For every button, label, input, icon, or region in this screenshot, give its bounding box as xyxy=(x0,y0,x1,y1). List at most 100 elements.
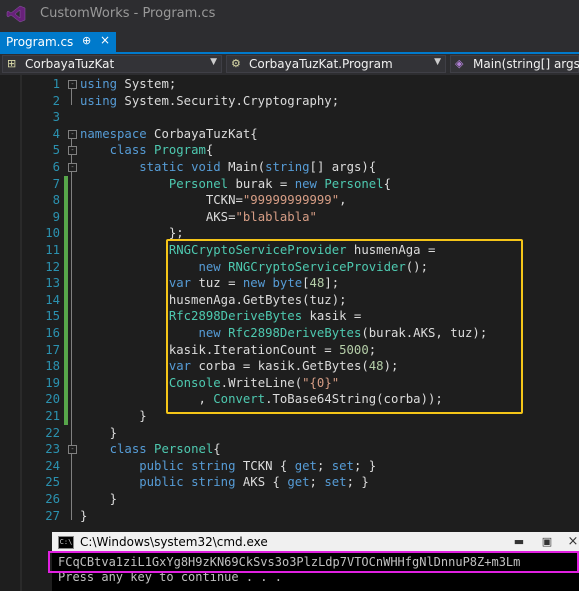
line-number: 4 xyxy=(52,126,60,141)
line-number: 3 xyxy=(52,110,60,125)
line-number: 14 xyxy=(45,292,60,307)
code-line: 27} xyxy=(0,508,579,525)
code-text: namespace CorbayaTuzKat{ xyxy=(80,126,258,143)
code-text: static void Main(string[] args){ xyxy=(80,159,376,176)
class-dropdown[interactable]: ⚙ CorbayaTuzKat.Program ▼ xyxy=(226,55,446,73)
line-number: 10 xyxy=(45,226,60,241)
code-token: ; xyxy=(316,458,332,473)
code-token: string xyxy=(191,475,243,490)
line-number: 25 xyxy=(45,475,60,490)
line-number: 5 xyxy=(52,143,60,158)
code-token: get xyxy=(287,475,310,490)
code-line: 22 } xyxy=(0,425,579,442)
line-number: 27 xyxy=(45,508,60,523)
code-line: 9 AKS="blablabla" xyxy=(0,208,579,226)
code-token: System.Security.Cryptography; xyxy=(124,93,340,108)
code-token: public xyxy=(139,475,192,490)
line-number: 20 xyxy=(45,392,60,407)
line-number: 6 xyxy=(52,160,60,174)
cmd-icon: C:\ xyxy=(58,536,74,549)
code-token: Personel xyxy=(168,176,229,191)
line-number: 22 xyxy=(45,425,60,440)
tab-label: Program.cs xyxy=(6,35,74,49)
code-token: set xyxy=(331,458,354,473)
code-line: 8 TCKN="99999999999", xyxy=(0,192,579,210)
code-token: ; xyxy=(309,475,325,490)
member-dropdown[interactable]: ◈ Main(string[] args) xyxy=(450,55,579,73)
minimize-button[interactable]: ▬ xyxy=(508,534,530,549)
code-token: { xyxy=(213,442,221,457)
class-icon: ⚙ xyxy=(231,57,241,70)
method-icon: ◈ xyxy=(455,57,464,70)
code-token: set xyxy=(324,475,347,490)
change-marker xyxy=(64,192,68,210)
code-token: string xyxy=(191,458,243,473)
tab-program-cs[interactable]: Program.cs ⊕ × xyxy=(0,32,116,52)
line-number: 18 xyxy=(45,359,60,374)
line-number: 11 xyxy=(45,243,60,257)
change-marker xyxy=(64,391,68,409)
line-number: 19 xyxy=(45,375,60,390)
change-marker xyxy=(64,358,68,376)
console-title: C:\Windows\system32\cmd.exe xyxy=(80,535,268,549)
visual-studio-logo-icon xyxy=(6,5,26,23)
code-token: Main( xyxy=(228,160,266,174)
code-line: 6 static void Main(string[] args){ xyxy=(0,159,579,176)
code-token: } xyxy=(80,409,147,423)
collapse-toggle-icon[interactable]: - xyxy=(68,163,77,172)
maximize-button[interactable]: ▣ xyxy=(536,534,558,549)
collapse-toggle-icon[interactable]: - xyxy=(68,129,77,139)
code-token: using xyxy=(80,77,125,91)
project-dropdown[interactable]: ⊞ CorbayaTuzKat ▼ xyxy=(2,55,222,73)
code-line: 4 namespace CorbayaTuzKat{ xyxy=(0,126,579,143)
close-button[interactable]: × xyxy=(562,534,579,549)
close-tab-icon[interactable]: × xyxy=(100,33,110,47)
line-number: 23 xyxy=(45,442,60,457)
csharp-project-icon: ⊞ xyxy=(7,57,17,70)
code-token: public xyxy=(139,458,192,473)
code-text: using System.Security.Cryptography; xyxy=(80,93,339,110)
line-number: 12 xyxy=(45,259,60,274)
console-title-bar[interactable]: C:\ C:\Windows\system32\cmd.exe ▬ ▣ × xyxy=(52,532,579,552)
code-text: } xyxy=(80,425,117,442)
output-highlight-box xyxy=(48,551,579,573)
line-number: 15 xyxy=(45,309,60,324)
code-text: AKS="blablabla" xyxy=(80,209,317,226)
code-token: static xyxy=(139,160,192,174)
code-line: 26 } xyxy=(0,491,579,508)
navigation-bar: ⊞ CorbayaTuzKat ▼ ⚙ CorbayaTuzKat.Progra… xyxy=(0,54,579,75)
code-token: { xyxy=(383,176,391,191)
code-line: 7 Personel burak = new Personel{ xyxy=(0,175,579,193)
code-token: [] args){ xyxy=(309,160,377,174)
change-marker xyxy=(64,208,68,226)
chevron-down-icon: ▼ xyxy=(434,57,441,67)
collapse-toggle-icon[interactable]: - xyxy=(68,146,77,156)
pin-icon[interactable]: ⊕ xyxy=(82,34,91,47)
member-dropdown-label: Main(string[] args) xyxy=(473,57,579,71)
collapse-toggle-icon[interactable]: - xyxy=(68,80,77,89)
line-number: 24 xyxy=(45,458,60,473)
line-number: 26 xyxy=(45,492,60,506)
code-token: Personel xyxy=(154,442,214,457)
document-tab-bar: Program.cs ⊕ × xyxy=(0,28,579,52)
code-token: void xyxy=(191,160,229,174)
code-token: } xyxy=(80,425,118,440)
code-token: new xyxy=(294,176,325,191)
collapse-toggle-icon[interactable]: - xyxy=(68,445,77,455)
chevron-down-icon: ▼ xyxy=(210,57,217,67)
title-bar: CustomWorks - Program.cs xyxy=(0,0,579,28)
code-token: class xyxy=(109,442,155,457)
change-marker xyxy=(64,341,68,359)
outline-guide xyxy=(71,137,72,520)
code-token: Program xyxy=(154,143,206,158)
window-title: CustomWorks - Program.cs xyxy=(40,6,216,21)
class-dropdown-label: CorbayaTuzKat.Program xyxy=(249,57,393,71)
line-number: 17 xyxy=(45,342,60,357)
code-token: "99999999999" xyxy=(242,193,340,208)
code-text: Personel burak = new Personel{ xyxy=(80,176,391,193)
